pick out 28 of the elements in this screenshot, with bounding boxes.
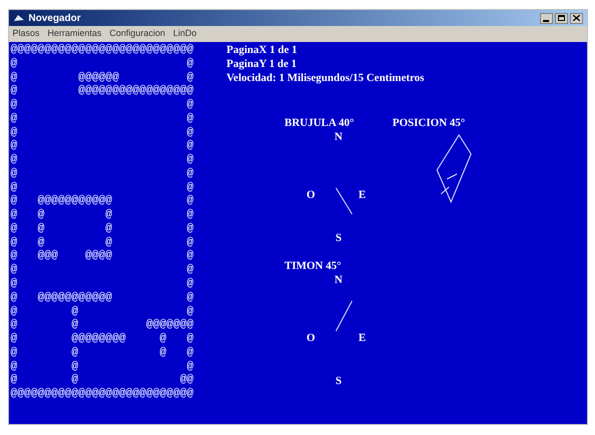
- info-text: Velocidad: 1 Milisegundos/15 Centimetros: [226, 73, 424, 84]
- compass-title: BRUJULA 40°: [284, 118, 354, 129]
- close-button[interactable]: [570, 12, 582, 24]
- menu-item[interactable]: Plasos: [12, 27, 40, 41]
- maze-map: @@@@@@@@@@@@@@@@@@@@@@@@@@@ @ @ @ @@@@@@ @ @ @@@@@@@@@@@@@@@@@ @ @ @ @ @ @ @ @ @ @ @ @ @ @ @ @@@@@@@@@@@ @ @ @ @ @ @ @ @ @ @ @ @ @ @ @@@ @@@@ @ @ @ @ @ @ @@@@@@@@@@@ @ @ @ @ @ @ @@@@@@@ @ @@@@@@@@ @ @ @ @ @ @ @ @ @ @ @ @@ @@@@@@@@@@@@@@@@@@@@@@@@@@@: [10, 44, 194, 402]
- app-icon: [12, 13, 24, 23]
- minimize-button[interactable]: [540, 12, 552, 24]
- info-text: PaginaY 1 de 1: [226, 59, 298, 70]
- east-label: E: [358, 190, 366, 201]
- maximize-button[interactable]: [554, 12, 568, 24]
- west-label: O: [306, 333, 316, 344]
- position-title: POSICION 45°: [392, 118, 466, 129]
- menu-item[interactable]: LinDo: [173, 27, 197, 41]
- west-label: O: [306, 190, 316, 201]
- window-title: Novegador: [28, 12, 81, 26]
- needle-line: [334, 300, 352, 332]
- info-text: PaginaX 1 de 1: [226, 45, 298, 56]
- south-label: S: [336, 376, 342, 387]
- close-icon: [572, 15, 580, 21]
- menu-item[interactable]: Herramientas: [48, 27, 102, 41]
- south-label: S: [336, 233, 342, 244]
- north-label: N: [334, 275, 342, 286]
- needle-line: [334, 187, 352, 215]
- compass-title: TIMON 45°: [284, 261, 342, 272]
- boat-outline-icon: [434, 134, 472, 204]
- north-label: N: [334, 132, 342, 143]
- east-label: E: [358, 333, 366, 344]
- menu-item[interactable]: Configuracion: [110, 27, 166, 41]
